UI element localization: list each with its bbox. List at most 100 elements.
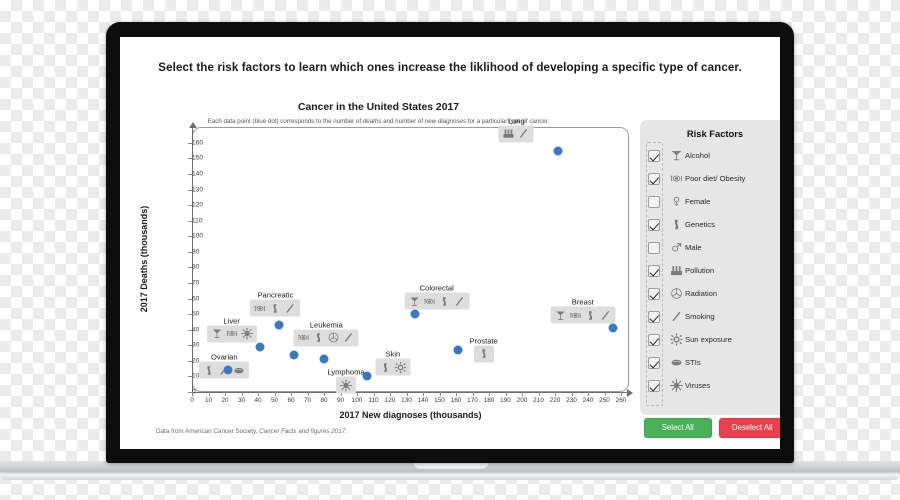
dna-icon	[438, 295, 450, 307]
x-tick-mark	[423, 392, 424, 396]
data-point-lung[interactable]	[553, 146, 563, 156]
point-label-pancreatic: Pancreatic	[257, 290, 294, 300]
risk-factor-label: Pollution	[685, 266, 715, 275]
x-tick-mark	[373, 392, 375, 396]
point-label-leukemia: Leukemia	[309, 320, 343, 330]
data-source-footnote: Data from American Cancer Society, Cance…	[156, 428, 347, 435]
x-tick-mark	[538, 392, 540, 396]
risk-icons-breast	[550, 306, 616, 324]
y-axis-label: 2017 Deaths (thousands)	[139, 205, 149, 313]
chart-subtitle: Each data point (blue dot) corresponds t…	[126, 118, 631, 125]
data-point-prostate[interactable]	[453, 345, 463, 355]
risk-factor-label: Genetics	[685, 220, 715, 229]
x-tick-mark	[357, 392, 358, 396]
x-tick-mark	[555, 392, 556, 396]
x-tick-label: 250	[599, 397, 610, 404]
data-point-ovarian[interactable]	[223, 365, 233, 375]
x-tick-mark	[571, 392, 573, 396]
plate-utensils-icon	[667, 172, 685, 185]
data-point-leukemia[interactable]	[289, 350, 299, 360]
risk-factor-checkbox[interactable]	[648, 333, 660, 346]
x-tick-label: 220	[549, 397, 561, 404]
risk-icons-liver	[206, 325, 257, 343]
risk-factor-label: Male	[685, 243, 702, 252]
risk-factor-checkbox[interactable]	[648, 264, 660, 277]
y-tick-mark	[188, 173, 192, 175]
factory-icon	[503, 128, 515, 140]
virus-icon	[667, 379, 685, 392]
y-tick-label: 160	[192, 139, 203, 146]
y-tick-mark	[188, 282, 192, 284]
point-label-liver: Liver	[223, 316, 240, 326]
risk-factor-row-female[interactable]: Female	[646, 190, 780, 213]
risk-factor-row-radiation[interactable]: Radiation	[646, 282, 780, 305]
y-tick-label: 120	[192, 202, 203, 209]
risk-factor-row-male[interactable]: Male	[646, 236, 780, 259]
x-tick-label: 130	[401, 397, 412, 404]
dna-icon	[269, 302, 281, 314]
data-point-colorectal[interactable]	[410, 309, 420, 319]
cigarette-icon	[284, 302, 296, 314]
x-tick-mark	[208, 392, 210, 396]
deselect-all-button[interactable]: Deselect All	[718, 418, 780, 438]
risk-factor-checkbox[interactable]	[648, 379, 660, 392]
y-tick-mark	[188, 251, 192, 253]
chart-title: Cancer in the United States 2017	[297, 102, 460, 113]
y-tick-label: 130	[192, 186, 203, 193]
cocktail-glass-icon	[408, 295, 420, 307]
x-tick-mark	[588, 392, 589, 396]
risk-factor-row-poor-diet-obesity[interactable]: Poor diet/ Obesity	[646, 167, 780, 190]
risk-factor-label: Female	[685, 197, 711, 206]
risk-factor-checkbox[interactable]	[648, 310, 660, 323]
risk-factor-checkbox[interactable]	[648, 287, 660, 300]
data-point-pancreatic[interactable]	[274, 320, 284, 330]
y-tick-mark	[188, 345, 192, 347]
x-tick-label: 90	[336, 397, 345, 404]
x-tick-mark	[258, 392, 259, 396]
risk-factor-checkbox[interactable]	[648, 172, 660, 185]
data-point-breast[interactable]	[608, 323, 618, 333]
x-tick-label: 100	[351, 397, 363, 404]
x-tick-label: 200	[516, 397, 528, 404]
risk-factor-row-alcohol[interactable]: Alcohol	[646, 144, 780, 167]
risk-factor-label: Radiation	[685, 289, 718, 298]
x-tick-mark	[225, 392, 226, 396]
chart-subtitle-deaths: deaths	[362, 118, 382, 125]
y-tick-label: 20	[192, 357, 200, 365]
x-tick-label: 240	[582, 397, 594, 404]
select-all-button[interactable]: Select All	[644, 418, 712, 438]
cancer-risk-app: Select the risk factors to learn which o…	[120, 37, 780, 449]
risk-factor-row-stis[interactable]: STIs	[646, 351, 780, 374]
risk-factor-checkbox[interactable]	[648, 195, 660, 208]
x-tick-label: 0	[190, 397, 194, 404]
risk-factor-row-sun-exposure[interactable]: Sun exposure	[646, 328, 780, 351]
risk-factor-checkbox[interactable]	[648, 149, 660, 162]
x-tick-label: 60	[287, 397, 295, 404]
risk-factor-checkbox[interactable]	[648, 241, 660, 254]
scatter-plot: 2017 Deaths (thousands) 2017 New diagnos…	[139, 116, 637, 422]
y-tick-mark	[188, 360, 192, 362]
chart-subtitle-part-2: and number of	[381, 118, 425, 125]
x-tick-label: 260	[615, 397, 627, 404]
data-point-liver[interactable]	[255, 342, 265, 352]
point-label-breast: Breast	[571, 297, 594, 307]
risk-factor-label: Alcohol	[685, 151, 710, 160]
point-label-lymphoma: Lymphoma	[327, 367, 365, 377]
panel-action-buttons: Select All Deselect All	[640, 418, 780, 438]
x-tick-mark	[456, 392, 457, 396]
x-tick-label: 70	[303, 397, 312, 404]
cigarette-icon	[599, 309, 611, 321]
data-point-lymphoma[interactable]	[319, 354, 329, 364]
cigarette-icon	[518, 128, 530, 140]
risk-factor-checkbox[interactable]	[648, 356, 660, 369]
risk-factor-row-genetics[interactable]: Genetics	[646, 213, 780, 236]
x-tick-label: 40	[254, 397, 262, 404]
footnote-citation: Cancer Facts and figures 2017	[259, 428, 346, 435]
risk-factors-title: Risk Factors	[686, 128, 744, 139]
risk-factor-row-pollution[interactable]: Pollution	[646, 259, 780, 282]
cigarette-icon	[667, 310, 685, 323]
risk-factor-checkbox[interactable]	[648, 218, 660, 231]
risk-factor-row-smoking[interactable]: Smoking	[646, 305, 780, 328]
data-point-skin[interactable]	[362, 371, 372, 381]
risk-factor-row-viruses[interactable]: Viruses	[646, 374, 780, 397]
